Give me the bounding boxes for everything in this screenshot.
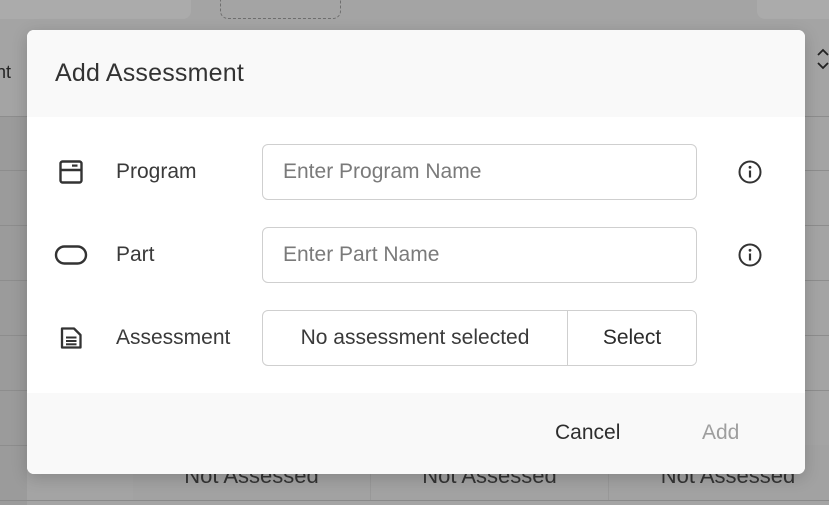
dialog-header: Add Assessment xyxy=(27,30,805,117)
background-card xyxy=(0,0,191,19)
assessment-label: Assessment xyxy=(116,326,231,349)
table-row-divider xyxy=(0,500,829,501)
add-assessment-dialog: Add Assessment Program Enter Program Nam… xyxy=(27,30,805,474)
sort-icon xyxy=(816,46,829,72)
dialog-footer: Cancel Add xyxy=(27,393,805,474)
dialog-title: Add Assessment xyxy=(55,59,245,87)
assessment-row: Assessment No assessment selected Select xyxy=(27,310,805,366)
part-label: Part xyxy=(116,243,155,266)
program-icon xyxy=(54,157,88,187)
part-icon xyxy=(54,240,88,270)
info-icon[interactable] xyxy=(737,159,763,185)
program-name-input[interactable] xyxy=(262,144,697,200)
filter-button: Filter xyxy=(220,0,341,19)
assessment-picker: No assessment selected Select xyxy=(262,310,697,366)
program-label: Program xyxy=(116,160,197,183)
program-row: Program xyxy=(27,144,805,200)
add-button[interactable]: Add xyxy=(702,415,739,451)
part-row: Part xyxy=(27,227,805,283)
part-name-input[interactable] xyxy=(262,227,697,283)
table-left-column xyxy=(0,116,27,505)
selected-assessment-display: No assessment selected xyxy=(263,311,568,365)
select-assessment-button[interactable]: Select xyxy=(568,311,696,365)
info-icon[interactable] xyxy=(737,242,763,268)
cancel-button[interactable]: Cancel xyxy=(555,415,620,451)
document-icon xyxy=(54,323,88,353)
dialog-body: Program Part xyxy=(27,117,805,393)
filter-button-label: Filter xyxy=(258,0,302,4)
table-header-partial: ent xyxy=(0,62,12,82)
background-card xyxy=(757,0,829,19)
